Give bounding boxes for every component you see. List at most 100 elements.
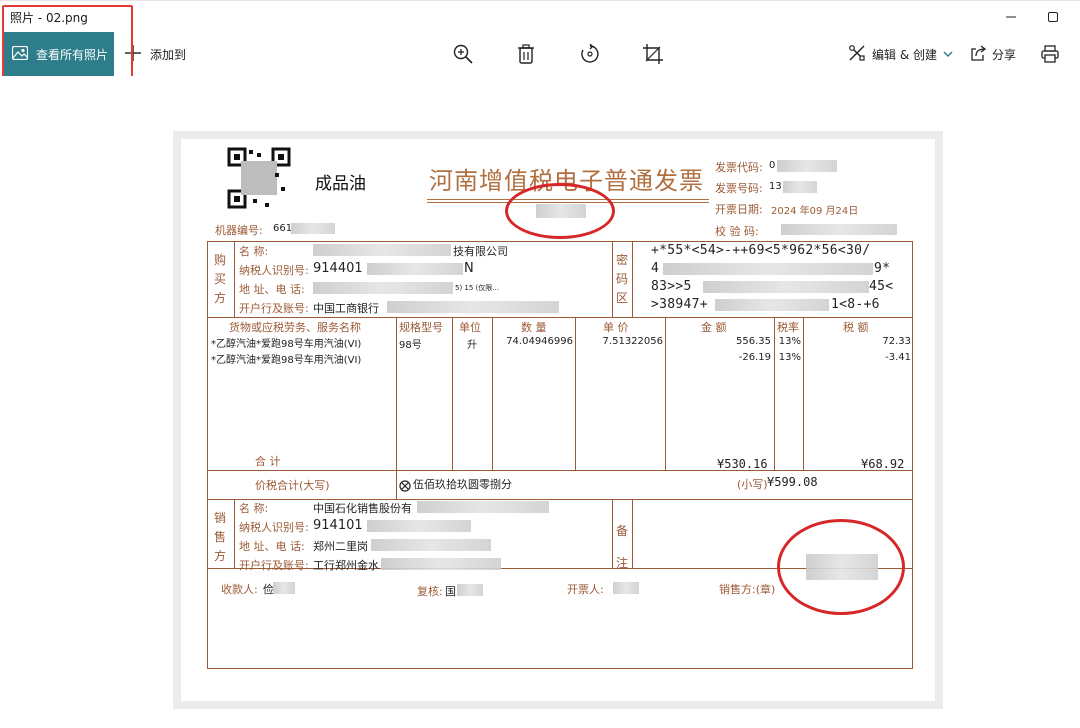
add-to-button[interactable]: 添加到 — [124, 42, 186, 66]
cipher-line-4: >38947+ — [651, 297, 708, 312]
grand-total-small: ¥599.08 — [767, 475, 818, 489]
machine-no: 661 — [273, 223, 293, 234]
reviewer: 国 — [445, 585, 456, 598]
col-price-header: 单 价 — [603, 321, 629, 334]
buyer-tax-id: 914401 — [313, 261, 363, 276]
row1-goods: *乙醇汽油*爱跑98号车用汽油(VI) — [211, 339, 362, 350]
issue-date: 2024 年09 月24日 — [771, 206, 859, 217]
cipher-tail-3: 45< — [869, 279, 894, 294]
seller-bank-label: 开户行及账号: — [239, 559, 309, 572]
share-icon — [970, 44, 987, 64]
buyer-tax-id-tail: N — [464, 261, 474, 276]
row2-amount: -26.19 — [738, 352, 771, 363]
qr-code — [227, 147, 291, 209]
buyer-name: 技有限公司 — [453, 245, 508, 258]
minimize-icon[interactable] — [988, 1, 1034, 33]
edit-create-label: 编辑 & 创建 — [872, 47, 937, 62]
chevron-down-icon — [943, 47, 953, 61]
buyer-bank-redaction — [387, 301, 559, 313]
cipher-redaction — [715, 299, 829, 311]
rule — [774, 317, 775, 470]
rule — [208, 470, 912, 471]
row1-price: 7.51322056 — [602, 336, 663, 347]
zoom-in-icon[interactable] — [451, 42, 475, 66]
buyer-bank-label: 开户行及账号: — [239, 302, 309, 315]
col-unit-header: 单位 — [459, 321, 481, 334]
buyer-bank: 中国工商银行 — [313, 302, 379, 315]
cipher-area-label: 密码区 — [615, 253, 628, 305]
rule — [208, 317, 912, 318]
rule — [452, 317, 453, 470]
invoice-number-redaction — [783, 181, 817, 193]
col-rate-header: 税率 — [777, 321, 799, 334]
check-code-redaction — [781, 224, 897, 235]
product-type: 成品油 — [315, 174, 366, 194]
rule — [492, 317, 493, 470]
supervision-stamp — [505, 183, 615, 239]
row1-spec: 98号 — [399, 340, 422, 351]
row1-rate: 13% — [778, 336, 801, 347]
cipher-redaction — [703, 281, 869, 293]
machine-no-label: 机器编号: — [215, 224, 263, 237]
stamp-redaction — [536, 204, 586, 218]
col-qty-header: 数 量 — [521, 321, 547, 334]
col-amount-header: 金 额 — [701, 321, 727, 334]
seller-address-redaction — [371, 539, 491, 551]
delete-icon[interactable] — [514, 42, 538, 66]
maximize-icon[interactable] — [1030, 1, 1076, 33]
col-tax-header: 税 额 — [843, 321, 869, 334]
cross-circle-icon — [399, 477, 411, 496]
col-goods-header: 货物或应税劳务、服务名称 — [229, 321, 361, 334]
invoice-code: 0 — [769, 160, 776, 171]
reviewer-label: 复核: — [417, 585, 443, 598]
share-label: 分享 — [992, 47, 1017, 62]
buyer-name-redaction — [313, 244, 451, 256]
buyer-tax-id-label: 纳税人识别号: — [239, 264, 309, 277]
machine-no-redaction — [291, 223, 335, 234]
cipher-line-3: 83>>5 — [651, 279, 692, 294]
payee-redaction — [273, 582, 295, 594]
total-amount: ¥530.16 — [717, 457, 768, 471]
rule — [632, 499, 633, 569]
seller-tax-id: 914101 — [313, 518, 363, 533]
row2-rate: 13% — [778, 352, 801, 363]
seller-name: 中国石化销售股份有 — [313, 502, 412, 515]
rule — [575, 317, 576, 470]
seller-name-redaction — [417, 501, 549, 513]
grand-total-words: 伍佰玖拾玖圆零捌分 — [413, 478, 512, 491]
buyer-address-tail: 5) 15 (仅限... — [455, 284, 499, 292]
seller-tax-id-redaction — [367, 520, 471, 532]
invoice-code-redaction — [777, 160, 837, 172]
rule — [612, 242, 613, 317]
cipher-tail-4: 1<8-+6 — [831, 297, 880, 312]
buyer-name-label: 名 称: — [239, 245, 269, 258]
col-spec-header: 规格型号 — [399, 321, 443, 334]
issuer-redaction — [613, 582, 639, 594]
seller-seal-label: 销售方:(章) — [719, 583, 776, 596]
seller-stamp — [777, 519, 905, 615]
print-icon[interactable] — [1038, 42, 1062, 66]
invoice-code-label: 发票代码: — [715, 161, 763, 174]
title-bar: 照片 - 02.png — [0, 0, 1080, 32]
seller-side-label: 销售方 — [213, 511, 226, 563]
invoice: 成品油 河南增值税电子普通发票 机器编号: 661 发票代码: 0 发票号码: … — [181, 139, 935, 701]
crop-icon[interactable] — [641, 42, 665, 66]
issuer-label: 开票人: — [567, 583, 604, 596]
photo-image[interactable]: 成品油 河南增值税电子普通发票 机器编号: 661 发票代码: 0 发票号码: … — [173, 131, 943, 709]
buyer-address-redaction — [313, 282, 453, 294]
rule — [234, 242, 235, 317]
grand-total-label: 价税合计(大写) — [255, 479, 330, 492]
invoice-number: 13 — [769, 181, 782, 192]
edit-create-button[interactable]: 编辑 & 创建 — [848, 43, 953, 65]
seller-name-label: 名 称: — [239, 502, 269, 515]
share-button[interactable]: 分享 — [970, 43, 1016, 65]
rotate-icon[interactable] — [578, 42, 602, 66]
row2-goods: *乙醇汽油*爱跑98号车用汽油(VI) — [211, 355, 362, 366]
payee-label: 收款人: — [221, 583, 258, 596]
grand-total-small-label: (小写) — [737, 478, 768, 491]
add-to-label: 添加到 — [150, 47, 187, 62]
rule — [234, 499, 235, 569]
invoice-number-label: 发票号码: — [715, 182, 763, 195]
seller-address: 郑州二里岗 — [313, 540, 368, 553]
total-tax: ¥68.92 — [861, 457, 905, 471]
